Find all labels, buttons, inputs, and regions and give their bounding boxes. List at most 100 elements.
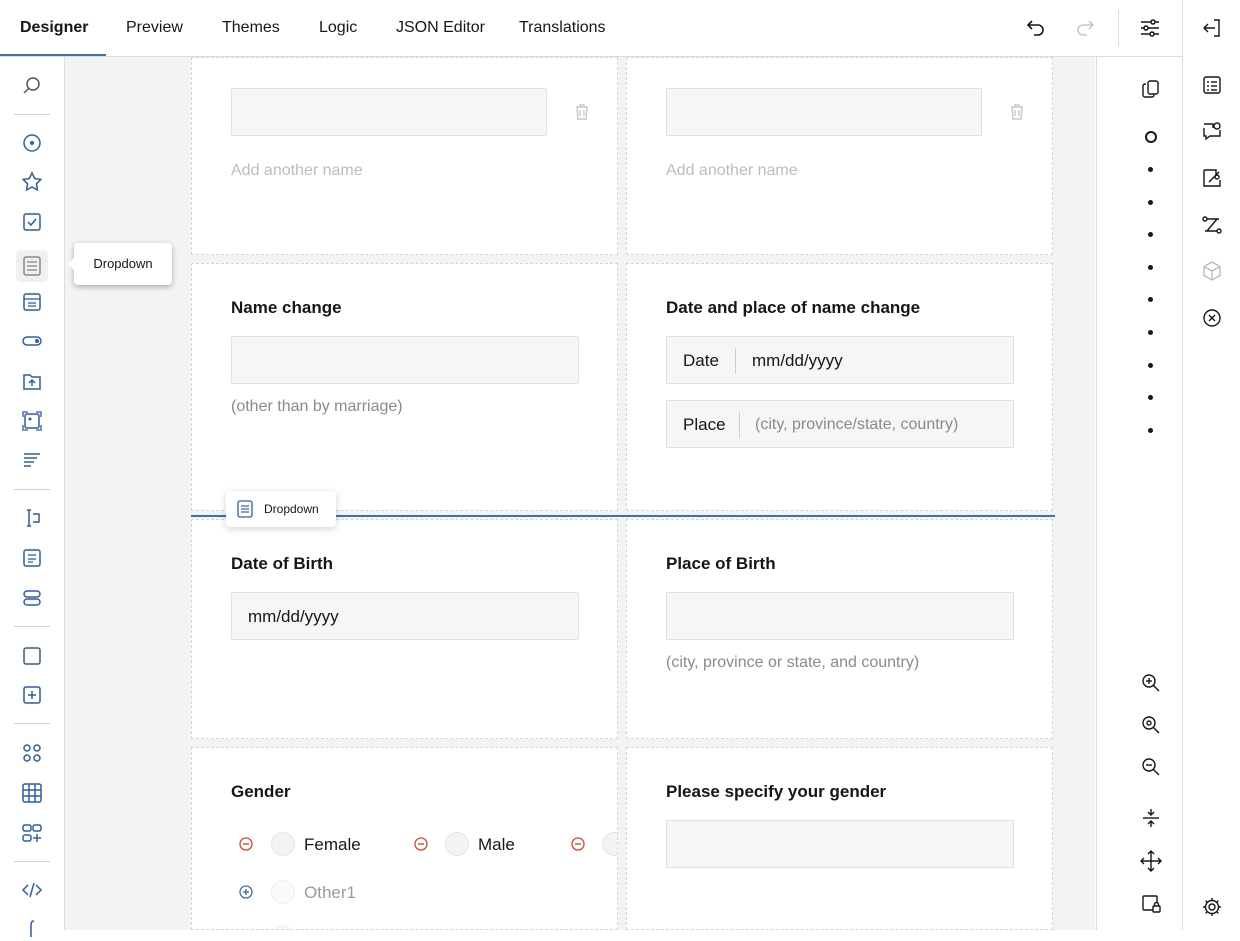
matrix-single-icon[interactable] bbox=[20, 741, 44, 765]
search-icon[interactable] bbox=[20, 74, 44, 98]
validation-icon[interactable] bbox=[1200, 166, 1224, 190]
exit-panel-icon[interactable] bbox=[1200, 16, 1224, 40]
date-field-placeholder: mm/dd/yyyy bbox=[752, 351, 843, 370]
cube-icon[interactable] bbox=[1200, 259, 1224, 283]
drag-preview-chip: Dropdown bbox=[226, 491, 336, 527]
add-choice-icon[interactable] bbox=[239, 885, 253, 899]
ranking-icon[interactable] bbox=[20, 449, 44, 473]
page-nav-dot[interactable] bbox=[1148, 428, 1153, 433]
checkbox-icon[interactable] bbox=[20, 210, 44, 234]
page-nav-dot[interactable] bbox=[1148, 167, 1153, 172]
name-input[interactable] bbox=[231, 88, 547, 136]
settings-sliders-icon[interactable] bbox=[1138, 16, 1162, 40]
remove-choice-icon[interactable] bbox=[571, 837, 585, 851]
tab-json-editor[interactable]: JSON Editor bbox=[396, 0, 485, 56]
gear-icon[interactable] bbox=[1200, 895, 1224, 919]
close-circle-icon[interactable] bbox=[1200, 306, 1224, 330]
tab-designer[interactable]: Designer bbox=[20, 0, 88, 56]
flow-connect-icon[interactable] bbox=[1200, 213, 1224, 237]
tab-logic[interactable]: Logic bbox=[319, 0, 357, 56]
redo-icon[interactable] bbox=[1074, 16, 1098, 40]
add-another-name-link[interactable]: Add another name bbox=[666, 162, 798, 180]
matrix-dynamic-icon[interactable] bbox=[20, 821, 44, 845]
field-divider bbox=[739, 412, 740, 438]
pob-input[interactable] bbox=[666, 592, 1014, 640]
toolbox-divider bbox=[14, 489, 50, 490]
question-description: (city, province or state, and country) bbox=[666, 654, 920, 671]
page-nav-dot[interactable] bbox=[1148, 200, 1153, 205]
choice-label-female[interactable]: Female bbox=[304, 835, 361, 855]
page-nav-dot[interactable] bbox=[1148, 395, 1153, 400]
remove-choice-icon[interactable] bbox=[414, 837, 428, 851]
page-nav-dot[interactable] bbox=[1148, 265, 1153, 270]
dob-input[interactable]: mm/dd/yyyy bbox=[231, 592, 579, 640]
question-place-of-birth[interactable]: Place of Birth (city, province or state,… bbox=[626, 519, 1053, 739]
place-field[interactable]: Place (city, province/state, country) bbox=[666, 400, 1014, 448]
page-nav-current[interactable] bbox=[1145, 131, 1157, 143]
question-date-place-name-change[interactable]: Date and place of name change Date mm/dd… bbox=[626, 263, 1053, 511]
question-title: Date and place of name change bbox=[666, 298, 921, 317]
rating-star-icon[interactable] bbox=[20, 170, 44, 194]
matrix-grid-icon[interactable] bbox=[20, 781, 44, 805]
page-nav-dot[interactable] bbox=[1148, 297, 1153, 302]
page-nav-dot[interactable] bbox=[1148, 363, 1153, 368]
toolbox-divider bbox=[14, 861, 50, 862]
dropdown-icon bbox=[236, 500, 254, 518]
panel-name-other-left[interactable]: Add another name bbox=[191, 57, 618, 255]
gender-specify-input[interactable] bbox=[666, 820, 1014, 868]
date-field-label: Date bbox=[683, 351, 719, 370]
question-title: Place of Birth bbox=[666, 554, 776, 573]
radio-male[interactable] bbox=[445, 832, 469, 856]
radiogroup-icon[interactable] bbox=[20, 131, 44, 155]
collapse-icon[interactable] bbox=[1139, 806, 1163, 830]
page-nav-dot[interactable] bbox=[1148, 232, 1153, 237]
trash-icon[interactable] bbox=[1007, 102, 1027, 122]
zoom-in-icon[interactable] bbox=[1139, 671, 1163, 695]
tagbox-icon[interactable] bbox=[20, 290, 44, 314]
radio-female[interactable] bbox=[271, 832, 295, 856]
tab-themes[interactable]: Themes bbox=[222, 0, 280, 56]
zoom-out-icon[interactable] bbox=[1139, 755, 1163, 779]
radio-other[interactable] bbox=[602, 832, 617, 856]
image-picker-icon[interactable] bbox=[20, 409, 44, 433]
choice-label-male[interactable]: Male bbox=[478, 835, 515, 855]
file-upload-icon[interactable] bbox=[20, 369, 44, 393]
name-change-input[interactable] bbox=[231, 336, 579, 384]
ghost-choice-label[interactable]: Other1 bbox=[304, 883, 356, 903]
question-title: Name change bbox=[231, 298, 342, 317]
expand-icon[interactable] bbox=[1139, 849, 1163, 873]
dropdown-icon[interactable] bbox=[16, 250, 48, 282]
tab-preview[interactable]: Preview bbox=[126, 0, 183, 56]
panel-icon[interactable] bbox=[20, 644, 44, 668]
date-field[interactable]: Date mm/dd/yyyy bbox=[666, 336, 1014, 384]
dynamic-panel-icon[interactable] bbox=[20, 683, 44, 707]
question-name-change[interactable]: Name change (other than by marriage) bbox=[191, 263, 618, 511]
html-code-icon[interactable] bbox=[20, 878, 44, 902]
zoom-reset-icon[interactable] bbox=[1139, 713, 1163, 737]
text-input-icon[interactable] bbox=[20, 506, 44, 530]
remove-choice-icon[interactable] bbox=[239, 837, 253, 851]
dob-placeholder: mm/dd/yyyy bbox=[248, 607, 339, 626]
trash-icon[interactable] bbox=[572, 102, 592, 122]
logic-chat-icon[interactable] bbox=[1200, 119, 1224, 143]
copy-pages-icon[interactable] bbox=[1139, 77, 1163, 101]
toolbox-divider bbox=[14, 114, 50, 115]
lock-question-icon[interactable] bbox=[1139, 892, 1163, 916]
panel-name-other-right[interactable]: Add another name bbox=[626, 57, 1053, 255]
boolean-toggle-icon[interactable] bbox=[20, 329, 44, 353]
comment-icon[interactable] bbox=[20, 546, 44, 570]
toolbox-divider bbox=[14, 723, 50, 724]
question-gender-specify[interactable]: Please specify your gender bbox=[626, 747, 1053, 930]
question-gender[interactable]: Gender Female Male Other1 bbox=[191, 747, 618, 930]
add-another-name-link[interactable]: Add another name bbox=[231, 162, 363, 180]
general-list-icon[interactable] bbox=[1200, 73, 1224, 97]
multiple-text-icon[interactable] bbox=[20, 586, 44, 610]
tab-translations[interactable]: Translations bbox=[519, 0, 606, 56]
page-nav-dot[interactable] bbox=[1148, 330, 1153, 335]
place-field-placeholder: (city, province/state, country) bbox=[755, 416, 959, 433]
expression-icon[interactable] bbox=[20, 917, 44, 941]
undo-icon[interactable] bbox=[1023, 16, 1047, 40]
name-input[interactable] bbox=[666, 88, 982, 136]
question-date-of-birth[interactable]: Date of Birth mm/dd/yyyy bbox=[191, 519, 618, 739]
question-title: Please specify your gender bbox=[666, 782, 887, 801]
